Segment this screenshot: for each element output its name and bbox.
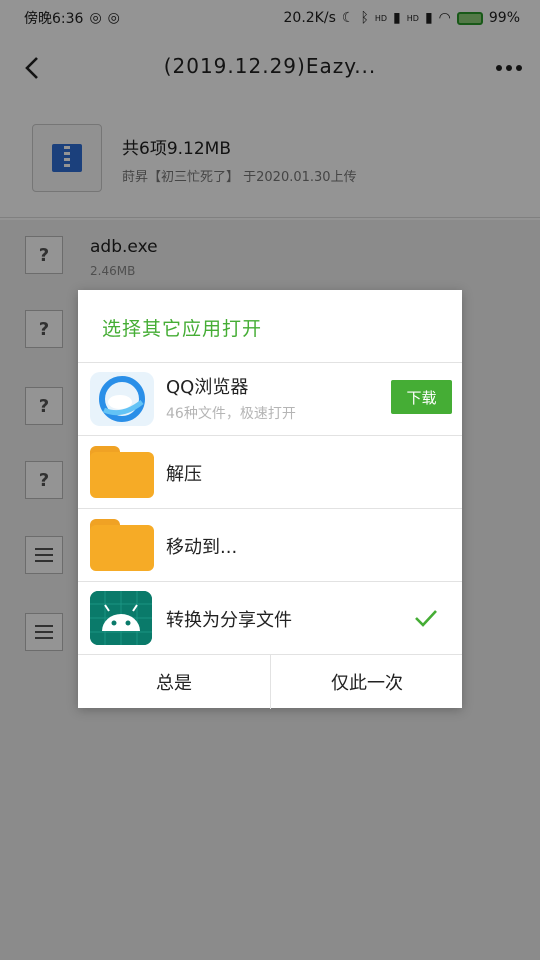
qq-browser-icon: [90, 372, 154, 426]
app-option-qq-browser[interactable]: QQ浏览器 46种文件，极速打开 下载: [78, 363, 462, 435]
app-name: QQ浏览器: [166, 377, 249, 398]
app-name: 移动到...: [166, 537, 238, 558]
android-icon: [90, 591, 152, 645]
folder-icon: [90, 519, 154, 571]
app-option-unzip[interactable]: 解压: [78, 436, 462, 508]
app-option-move-to[interactable]: 移动到...: [78, 509, 462, 581]
just-once-button[interactable]: 仅此一次: [271, 655, 463, 709]
app-description: 46种文件，极速打开: [166, 406, 296, 422]
folder-icon: [90, 446, 154, 498]
download-button[interactable]: 下载: [391, 380, 452, 414]
always-button[interactable]: 总是: [78, 655, 270, 709]
app-name: 解压: [166, 464, 202, 485]
dialog-footer: 总是 仅此一次: [78, 654, 462, 709]
app-option-share-file[interactable]: 转换为分享文件: [78, 582, 462, 654]
check-icon: [415, 610, 437, 627]
dialog-title: 选择其它应用打开: [102, 318, 263, 340]
open-with-dialog: 选择其它应用打开 QQ浏览器 46种文件，极速打开 下载 解压 移动到... 转…: [78, 290, 462, 709]
app-name: 转换为分享文件: [166, 610, 292, 631]
